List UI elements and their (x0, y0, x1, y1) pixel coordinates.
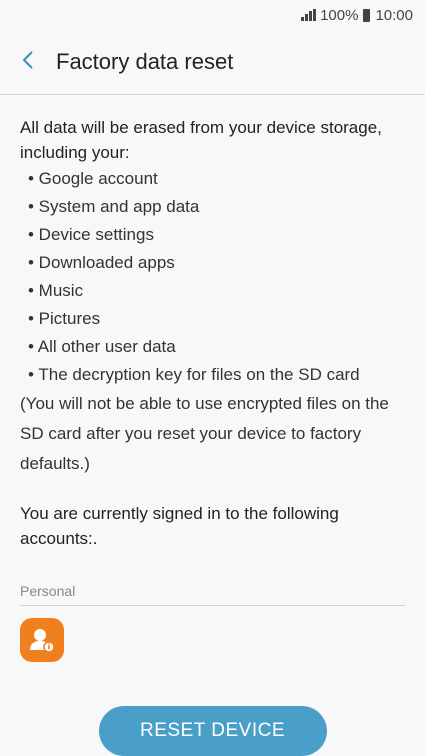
clock: 10:00 (375, 6, 413, 24)
chevron-left-icon (21, 49, 35, 76)
divider (20, 605, 405, 606)
reset-area: RESET DEVICE (0, 706, 425, 756)
sd-card-note: (You will not be able to use encrypted f… (20, 394, 389, 473)
list-item: • Google account (28, 169, 158, 188)
main-content: All data will be erased from your device… (0, 115, 425, 662)
list-item: • The decryption key for files on the SD… (28, 365, 360, 384)
list-item: • Music (28, 281, 84, 300)
list-item: • Pictures (28, 309, 101, 328)
status-bar: 100% 10:00 (0, 0, 425, 30)
signal-icon (301, 9, 317, 21)
battery-icon (363, 8, 371, 22)
page-title: Factory data reset (56, 49, 234, 74)
list-item: • All other user data (28, 337, 176, 356)
app-header: Factory data reset (0, 30, 425, 95)
accounts-section-label: Personal (20, 583, 76, 599)
samsung-account-icon[interactable] (20, 618, 64, 662)
list-item: • System and app data (28, 197, 200, 216)
intro-text: All data will be erased from your device… (20, 118, 382, 162)
list-item: • Device settings (28, 225, 154, 244)
battery-percent: 100% (320, 6, 359, 24)
list-item: • Downloaded apps (28, 253, 175, 272)
reset-device-button[interactable]: RESET DEVICE (98, 706, 327, 756)
erased-data-list: • Google account • System and app data •… (20, 165, 405, 389)
signed-in-text: You are currently signed in to the follo… (20, 504, 339, 548)
back-button[interactable] (0, 30, 56, 94)
